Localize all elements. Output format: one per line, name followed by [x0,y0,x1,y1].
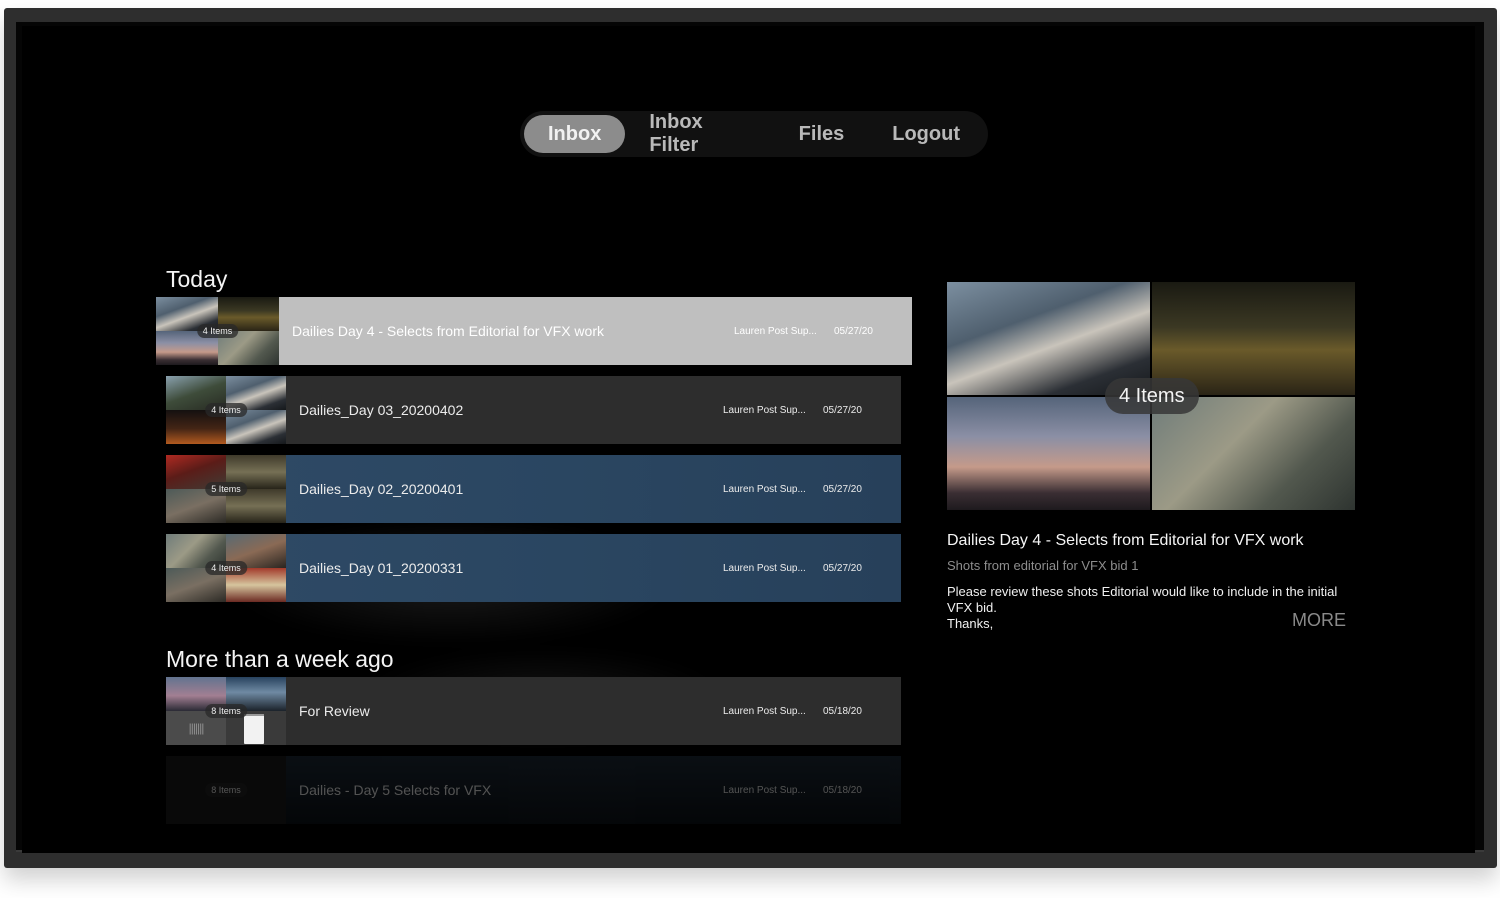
tab-inbox[interactable]: Inbox [524,115,626,153]
row-title: Dailies Day 4 - Selects from Editorial f… [292,323,604,339]
row-date: 05/27/20 [834,325,873,337]
thumbnail: 4 Items [166,534,286,602]
item-count-badge: 8 Items [205,704,247,718]
row-date: 05/27/20 [823,562,862,574]
row-title: For Review [299,703,370,719]
list-item[interactable]: 4 Items Dailies_Day 03_20200402 Lauren P… [166,376,901,444]
detail-subtitle: Shots from editorial for VFX bid 1 [947,558,1139,573]
row-title: Dailies - Day 5 Selects for VFX [299,782,492,798]
preview-image [947,397,1150,510]
item-count-badge: 5 Items [205,482,247,496]
tv-frame: Inbox Inbox Filter Files Logout Today 4 … [4,8,1497,868]
tab-logout[interactable]: Logout [868,115,984,153]
more-button[interactable]: MORE [1292,610,1346,631]
item-count-badge: 8 Items [205,783,247,797]
top-navigation: Inbox Inbox Filter Files Logout [520,111,988,157]
list-item[interactable]: 4 Items Dailies Day 4 - Selects from Edi… [156,297,912,365]
item-count-badge: 4 Items [205,403,247,417]
row-date: 05/27/20 [823,483,862,495]
row-title: Dailies_Day 01_20200331 [299,560,464,576]
thumbnail: 4 Items [156,297,279,365]
row-date: 05/18/20 [823,784,862,796]
row-date: 05/18/20 [823,705,862,717]
tab-files[interactable]: Files [775,115,869,153]
list-item[interactable]: ||||||| 8 Items For Review Lauren Post S… [166,677,901,745]
row-title: Dailies_Day 02_20200401 [299,481,464,497]
row-owner: Lauren Post Sup... [723,784,806,796]
row-title: Dailies_Day 03_20200402 [299,402,464,418]
row-date: 05/27/20 [823,404,862,416]
thumbnail: 4 Items [166,376,286,444]
section-heading-older: More than a week ago [166,646,394,672]
row-owner: Lauren Post Sup... [723,705,806,717]
tab-inbox-filter[interactable]: Inbox Filter [625,111,774,156]
item-count-badge: 4 Items [205,561,247,575]
list-item[interactable]: 8 Items Dailies - Day 5 Selects for VFX … [166,756,901,824]
tv-screen: Inbox Inbox Filter Files Logout Today 4 … [22,26,1475,853]
section-heading-today: Today [166,266,228,292]
item-count-badge: 4 Items [196,324,239,338]
row-owner: Lauren Post Sup... [723,562,806,574]
row-owner: Lauren Post Sup... [734,325,817,337]
row-owner: Lauren Post Sup... [723,404,806,416]
row-owner: Lauren Post Sup... [723,483,806,495]
thumbnail: 8 Items [166,756,286,824]
detail-item-count-badge: 4 Items [1105,378,1199,414]
thumbnail: 5 Items [166,455,286,523]
detail-title: Dailies Day 4 - Selects from Editorial f… [947,532,1304,549]
thumbnail: ||||||| 8 Items [166,677,286,745]
list-item[interactable]: 5 Items Dailies_Day 02_20200401 Lauren P… [166,455,901,523]
list-item[interactable]: 4 Items Dailies_Day 01_20200331 Lauren P… [166,534,901,602]
